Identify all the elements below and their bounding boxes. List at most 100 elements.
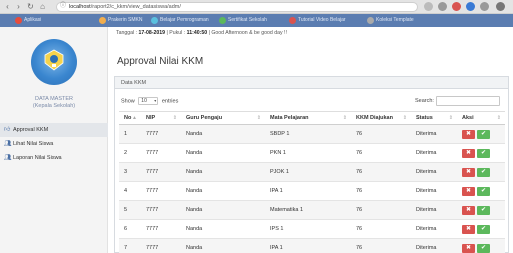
chevron-down-icon: ▾	[154, 98, 157, 103]
cell-aksi: ✖ ✔	[457, 200, 505, 220]
sidebar-item-lihat-nilai-siswa[interactable]: 👥︎ Lihat Nilai Siswa	[0, 137, 108, 151]
cell-guru: Nanda	[181, 200, 265, 220]
cell-status: Diterima	[411, 143, 457, 163]
school-logo	[31, 39, 77, 85]
cell-no: 4	[119, 181, 141, 201]
reload-icon[interactable]: ↻	[26, 2, 35, 11]
cell-mapel: IPS 1	[265, 219, 351, 239]
sidebar-subtitle: (Kepala Sekolah)	[32, 103, 76, 109]
info-icon[interactable]: ⓘ	[60, 3, 66, 10]
back-icon[interactable]: ‹	[3, 2, 12, 11]
sidebar-item-laporan-nilai-siswa[interactable]: 👥︎ Laporan Nilai Siswa	[0, 151, 108, 165]
entries-length-control: Show 10 ▾ entries	[121, 97, 179, 105]
cell-kkm: 76	[351, 181, 411, 201]
sidebar-item-approval-kkm[interactable]: 👍︎ Approval KKM	[0, 123, 108, 137]
approve-button[interactable]: ✔	[477, 148, 490, 158]
cell-no: 2	[119, 143, 141, 163]
sort-icon: ⇕	[402, 115, 407, 121]
forward-icon[interactable]: ›	[14, 2, 23, 11]
time-value: 11:40:50	[186, 30, 208, 36]
kkm-table: No ▲ NIP ⇕ Guru Pengaju ⇕ Mata Pelajaran ⇕ K…	[119, 111, 505, 253]
table-row: 3 7777 Nanda PJOK 1 76 Diterima ✖ ✔	[119, 162, 505, 182]
cell-guru: Nanda	[181, 124, 265, 144]
cell-aksi: ✖ ✔	[457, 162, 505, 182]
thumbs-up-icon: 👍︎	[4, 127, 11, 133]
approve-button[interactable]: ✔	[477, 167, 490, 177]
bookmark-favicon-icon	[151, 17, 158, 24]
cell-mapel: PKN 1	[265, 143, 351, 163]
approve-button[interactable]: ✔	[477, 186, 490, 196]
url-host: localhost	[69, 4, 91, 10]
url-path: /raport2/c_kkm/view_datasiswa/adm/	[90, 4, 181, 10]
column-header[interactable]: NIP ⇕	[141, 111, 181, 125]
address-bar[interactable]: localhost/raport2/c_kkm/view_datasiswa/a…	[56, 2, 418, 12]
sidebar-title: DATA MASTER	[35, 96, 73, 102]
extension-icon[interactable]	[466, 2, 475, 11]
column-header[interactable]: Aksi ⇕	[457, 111, 505, 125]
approve-button[interactable]: ✔	[477, 129, 490, 139]
search-input[interactable]	[436, 96, 500, 106]
bookmark-item[interactable]: Tutorial Video Belajar	[288, 16, 346, 25]
extension-icon[interactable]	[438, 2, 447, 11]
date-time-line: Tanggal : 17-08-2019 | Pukul : 11:40:50 …	[116, 30, 287, 36]
cell-status: Diterima	[411, 181, 457, 201]
bookmark-star-icon[interactable]	[424, 2, 433, 11]
cell-status: Diterima	[411, 200, 457, 220]
approve-button[interactable]: ✔	[477, 205, 490, 215]
bookmark-favicon-icon	[99, 17, 106, 24]
reject-button[interactable]: ✖	[462, 205, 475, 215]
search-label: Search:	[415, 98, 434, 104]
cell-guru: Nanda	[181, 162, 265, 182]
bookmark-item[interactable]: Sertifikat Sekolah	[218, 16, 267, 25]
table-row: 4 7777 Nanda IPA 1 76 Diterima ✖ ✔	[119, 181, 505, 201]
cell-kkm: 76	[351, 143, 411, 163]
reject-button[interactable]: ✖	[462, 224, 475, 234]
approve-button[interactable]: ✔	[477, 224, 490, 234]
bookmarks-bar: Aplikasi Prakerin SMKN Belajar Pemrogram…	[0, 14, 513, 27]
cell-no: 6	[119, 219, 141, 239]
browser-toolbar: ‹ › ↻ ⌂ localhost/raport2/c_kkm/view_dat…	[0, 0, 513, 14]
reject-button[interactable]: ✖	[462, 129, 475, 139]
bookmark-favicon-icon	[289, 17, 296, 24]
home-icon[interactable]: ⌂	[38, 2, 47, 11]
approve-button[interactable]: ✔	[477, 243, 490, 253]
sort-icon: ⇕	[496, 115, 501, 121]
bookmark-item[interactable]: Aplikasi	[14, 16, 41, 25]
cell-guru: Nanda	[181, 219, 265, 239]
reject-button[interactable]: ✖	[462, 148, 475, 158]
column-header[interactable]: Guru Pengaju ⇕	[181, 111, 265, 125]
panel-heading: Data KKM	[115, 77, 508, 89]
sort-icon: ⇕	[256, 115, 261, 121]
bookmark-item[interactable]: Koleksi Template	[366, 16, 414, 25]
cell-nip: 7777	[141, 200, 181, 220]
bookmark-favicon-icon	[15, 17, 22, 24]
sort-icon: ⇕	[172, 115, 177, 121]
greeting-text: | Good Afternoon & be good day !!	[208, 30, 287, 36]
cell-status: Diterima	[411, 124, 457, 144]
menu-icon[interactable]	[496, 2, 505, 11]
cell-nip: 7777	[141, 181, 181, 201]
sort-icon: ⇕	[448, 115, 453, 121]
column-header[interactable]: Mata Pelajaran ⇕	[265, 111, 351, 125]
cell-aksi: ✖ ✔	[457, 124, 505, 144]
column-header[interactable]: No ▲	[119, 111, 141, 125]
bookmark-item[interactable]: Prakerin SMKN	[98, 16, 142, 25]
entries-select[interactable]: 10 ▾	[138, 97, 159, 105]
sidebar-item-label: Lihat Nilai Siswa	[13, 141, 54, 147]
column-header[interactable]: KKM Diajukan ⇕	[351, 111, 411, 125]
cell-aksi: ✖ ✔	[457, 143, 505, 163]
bookmark-item[interactable]: Belajar Pemrograman	[150, 16, 209, 25]
reject-button[interactable]: ✖	[462, 186, 475, 196]
reject-button[interactable]: ✖	[462, 243, 475, 253]
extension-icon[interactable]	[452, 2, 461, 11]
column-header[interactable]: Status ⇕	[411, 111, 457, 125]
cell-mapel: IPA 1	[265, 238, 351, 253]
cell-aksi: ✖ ✔	[457, 181, 505, 201]
emblem-icon	[44, 49, 64, 71]
bookmark-favicon-icon	[367, 17, 374, 24]
cell-mapel: IPA 1	[265, 181, 351, 201]
table-row: 7 7777 Nanda IPA 1 76 Diterima ✖ ✔	[119, 238, 505, 253]
extension-icon[interactable]	[480, 2, 489, 11]
bookmark-favicon-icon	[219, 17, 226, 24]
reject-button[interactable]: ✖	[462, 167, 475, 177]
